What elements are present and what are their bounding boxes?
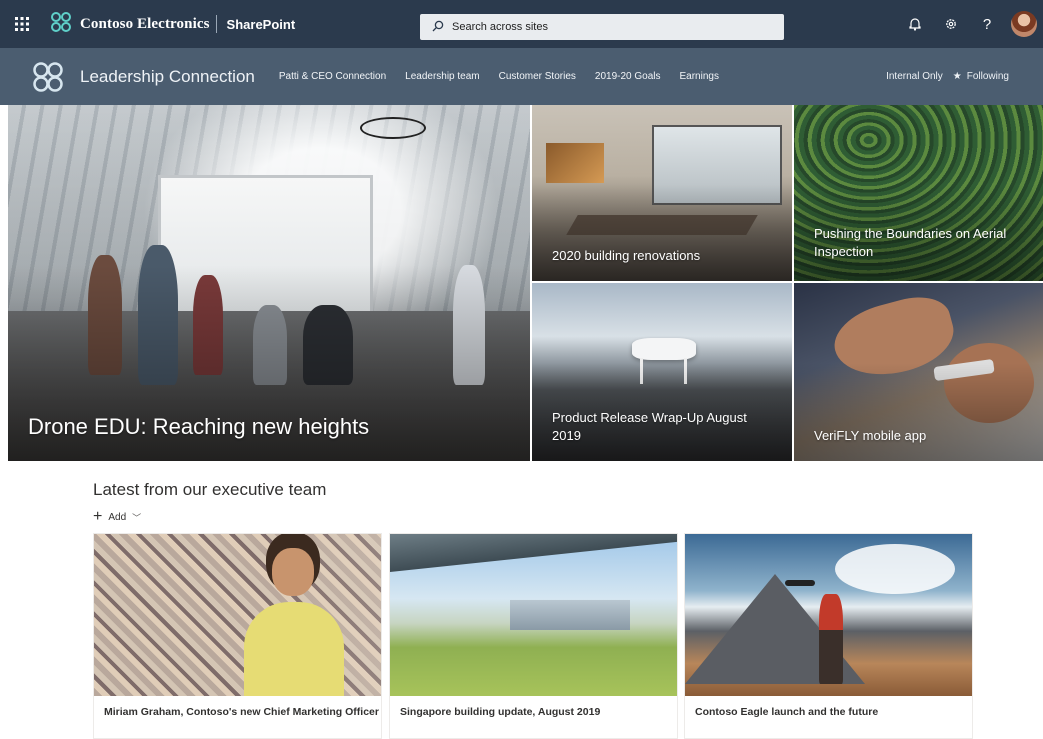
news-card[interactable]: Singapore building update, August 2019 xyxy=(389,533,678,739)
avatar[interactable] xyxy=(1011,11,1037,37)
search-placeholder: Search across sites xyxy=(452,21,548,33)
nav-item-earnings[interactable]: Earnings xyxy=(680,71,719,82)
internal-only-label: Internal Only xyxy=(886,71,943,82)
following-label: Following xyxy=(966,71,1009,82)
hero-tile-building-renovations[interactable]: 2020 building renovations xyxy=(532,105,792,281)
hero-tile-aerial-inspection[interactable]: Pushing the Boundaries on Aerial Inspect… xyxy=(794,105,1043,281)
brand-divider xyxy=(215,15,217,33)
news-card-title: Contoso Eagle launch and the future xyxy=(695,706,879,718)
drone-figure xyxy=(785,580,815,586)
hero-caption: 2020 building renovations xyxy=(552,247,701,263)
person-figure xyxy=(819,594,843,684)
brand[interactable]: Contoso Electronics xyxy=(44,0,210,48)
site-nav: Patti & CEO Connection Leadership team C… xyxy=(279,71,719,82)
person-head xyxy=(272,548,314,596)
contoso-logo-icon xyxy=(50,11,72,38)
hero-tile-verifly[interactable]: VeriFLY mobile app xyxy=(794,283,1043,461)
hero-caption: Pushing the Boundaries on Aerial Inspect… xyxy=(814,225,1007,259)
star-icon: ★ xyxy=(952,71,962,82)
site-logo-icon[interactable] xyxy=(28,57,68,97)
nav-item-leadership-team[interactable]: Leadership team xyxy=(405,71,480,82)
search-icon xyxy=(432,20,444,35)
news-card-image xyxy=(685,534,972,696)
add-button[interactable]: + Add ﹀ xyxy=(93,509,141,525)
waffle-icon[interactable] xyxy=(0,0,44,48)
site-header: Leadership Connection Patti & CEO Connec… xyxy=(0,48,1043,105)
brand-name: Contoso Electronics xyxy=(80,15,210,32)
app-name[interactable]: SharePoint xyxy=(227,17,296,32)
site-title[interactable]: Leadership Connection xyxy=(80,67,255,87)
chevron-down-icon: ﹀ xyxy=(132,512,142,523)
search-input[interactable]: Search across sites xyxy=(420,14,784,40)
hero-caption: Product Release Wrap-Up August 2019 xyxy=(552,409,747,443)
person-body xyxy=(244,602,344,696)
suite-bar: Contoso Electronics SharePoint Search ac… xyxy=(0,0,1043,48)
hero-tile-product-release[interactable]: Product Release Wrap-Up August 2019 xyxy=(532,283,792,461)
news-card-title: Singapore building update, August 2019 xyxy=(400,706,601,718)
building-figure xyxy=(510,600,630,630)
plus-icon: + xyxy=(93,508,103,525)
hero-scrim xyxy=(8,105,530,461)
suite-icons: ? xyxy=(897,0,1043,48)
nav-item-customer-stories[interactable]: Customer Stories xyxy=(499,71,576,82)
hero-caption: Drone EDU: Reaching new heights xyxy=(28,414,370,440)
news-card-image xyxy=(94,534,381,696)
bell-icon[interactable] xyxy=(897,0,933,48)
news-card[interactable]: Miriam Graham, Contoso's new Chief Marke… xyxy=(93,533,382,739)
canopy-figure xyxy=(390,534,677,572)
news-cards: Miriam Graham, Contoso's new Chief Marke… xyxy=(93,533,973,739)
gear-icon[interactable] xyxy=(933,0,969,48)
help-icon[interactable]: ? xyxy=(969,0,1005,48)
news-section: Latest from our executive team + Add ﹀ xyxy=(93,480,973,525)
hero-caption: VeriFLY mobile app xyxy=(814,427,927,443)
news-card-image xyxy=(390,534,677,696)
nav-item-patti-ceo[interactable]: Patti & CEO Connection xyxy=(279,71,386,82)
hero: Drone EDU: Reaching new heights 2020 bui… xyxy=(8,105,1043,461)
site-header-right: Internal Only ★ Following xyxy=(886,48,1009,105)
news-card-title: Miriam Graham, Contoso's new Chief Marke… xyxy=(104,706,379,718)
news-card[interactable]: Contoso Eagle launch and the future xyxy=(684,533,973,739)
follow-button[interactable]: ★ Following xyxy=(953,71,1009,82)
hero-tile-drone-edu[interactable]: Drone EDU: Reaching new heights xyxy=(8,105,530,461)
nav-item-goals[interactable]: 2019-20 Goals xyxy=(595,71,661,82)
add-label: Add xyxy=(108,511,127,523)
section-title: Latest from our executive team xyxy=(93,480,327,499)
